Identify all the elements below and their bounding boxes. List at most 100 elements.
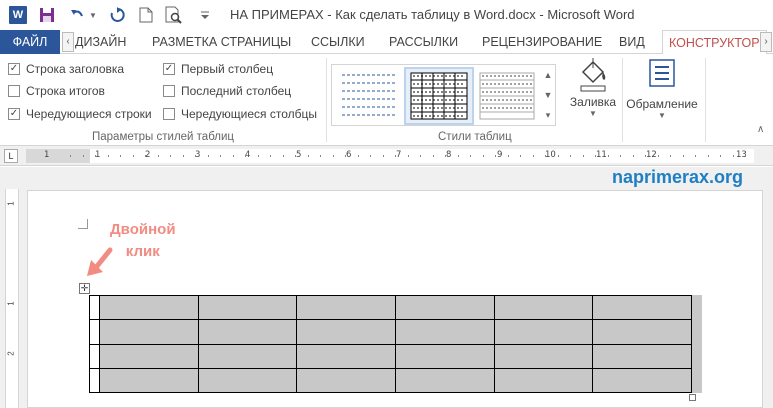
tabs-scroll-left[interactable]: ‹ (62, 32, 74, 52)
header-row-checkbox[interactable]: ✓ (8, 63, 20, 75)
table-resize-handle[interactable] (689, 394, 696, 401)
tabs-scroll-right[interactable]: › (760, 32, 772, 52)
table-cell[interactable] (394, 319, 495, 345)
gallery-scroll-down[interactable]: ▼ (540, 85, 556, 105)
last-column-option[interactable]: Последний столбец (163, 83, 291, 99)
ruler-tick (570, 155, 571, 157)
ruler-tick (670, 155, 671, 157)
ruler-tick (108, 155, 109, 157)
horizontal-ruler[interactable]: L 1 1 2 3 4 5 6 7 8 9 10 11 12 13 (0, 146, 773, 166)
table-cell[interactable] (99, 367, 199, 394)
table-cell[interactable] (296, 367, 396, 394)
table-cell[interactable] (296, 319, 396, 345)
tab-stop-selector[interactable]: L (4, 149, 18, 163)
site-watermark: naprimerax.org (612, 167, 744, 187)
tab-references[interactable]: ССЫЛКИ (311, 30, 365, 54)
table-cell[interactable] (493, 294, 594, 321)
save-button[interactable] (38, 5, 56, 25)
header-row-option[interactable]: ✓ Строка заголовка (8, 61, 124, 77)
first-column-checkbox[interactable]: ✓ (163, 63, 175, 75)
tab-file[interactable]: ФАЙЛ (0, 30, 60, 54)
table-cell[interactable] (493, 343, 594, 369)
table-style-grid-selected[interactable] (404, 67, 474, 125)
table-cell[interactable] (394, 343, 495, 369)
table-cell[interactable] (592, 367, 692, 394)
customize-toolbar-button[interactable] (198, 5, 212, 25)
new-document-button[interactable] (138, 5, 154, 25)
table-cell[interactable] (296, 343, 396, 369)
gallery-expand[interactable]: ▾ (540, 105, 556, 125)
ribbon-body: ✓ Строка заголовка Строка итогов ✓ Черед… (0, 54, 773, 146)
paint-bucket-icon (580, 58, 606, 92)
table-row (89, 367, 692, 394)
table-move-handle[interactable]: ✛ (79, 283, 90, 294)
tab-design[interactable]: ДИЗАЙН (75, 30, 126, 54)
table-style-plain[interactable] (336, 69, 402, 123)
table-cell[interactable] (394, 367, 495, 394)
shading-button[interactable]: Заливка ▼ (568, 58, 618, 118)
word-icon[interactable]: W (8, 5, 28, 25)
borders-button[interactable]: Обрамление ▼ (626, 58, 698, 120)
tab-page-layout[interactable]: РАЗМЕТКА СТРАНИЦЫ (152, 30, 291, 54)
ruler-tick (458, 155, 459, 157)
banded-columns-checkbox[interactable] (163, 108, 175, 120)
table-cell[interactable] (592, 319, 692, 345)
banded-rows-option[interactable]: ✓ Чередующиеся строки (8, 106, 152, 122)
chevron-down-icon: ▼ (89, 10, 97, 20)
total-row-checkbox[interactable] (8, 85, 20, 97)
ruler-tick (208, 155, 209, 157)
undo-icon (71, 10, 83, 17)
table-cell[interactable] (197, 367, 298, 394)
ruler-tick (545, 155, 546, 157)
ruler-mark: 12 (646, 150, 657, 160)
table-cell[interactable] (296, 294, 396, 321)
tab-view[interactable]: ВИД (619, 30, 645, 54)
table-cell[interactable] (197, 294, 298, 321)
table-cell[interactable] (89, 343, 100, 369)
style-options-group-label: Параметры стилей таблиц (92, 131, 234, 143)
table-cell[interactable] (493, 319, 594, 345)
table-cell[interactable] (197, 343, 298, 369)
banded-rows-checkbox[interactable]: ✓ (8, 108, 20, 120)
annotation-line-1: Двойной (110, 221, 176, 238)
ruler-tick (308, 155, 309, 157)
table-cell[interactable] (99, 343, 199, 369)
ruler-tick (120, 155, 121, 157)
table-cell[interactable] (99, 319, 199, 345)
tab-constructor[interactable]: КОНСТРУКТОР (662, 30, 767, 55)
collapse-ribbon-button[interactable]: ∧ (757, 124, 764, 135)
last-column-checkbox[interactable] (163, 85, 175, 97)
total-row-option[interactable]: Строка итогов (8, 83, 105, 99)
table-cell[interactable] (197, 319, 298, 345)
ruler-tick (370, 155, 371, 157)
table-cell[interactable] (89, 319, 100, 345)
table-cell[interactable] (493, 367, 594, 394)
table-cell[interactable] (592, 343, 692, 369)
banded-columns-option[interactable]: Чередующиеся столбцы (163, 106, 317, 122)
table-cell[interactable] (99, 294, 199, 321)
chevron-down-icon: ▼ (589, 109, 597, 118)
undo-dropdown[interactable]: ▼ (88, 5, 98, 25)
chevron-up-icon: ∧ (757, 124, 765, 135)
redo-icon (110, 7, 125, 22)
gallery-scroll-up[interactable]: ▲ (540, 65, 556, 85)
table-cell[interactable] (89, 294, 100, 321)
ruler-mark: 11 (596, 150, 607, 160)
vertical-ruler[interactable]: 1 1 2 (5, 189, 19, 408)
tab-mailings[interactable]: РАССЫЛКИ (389, 30, 458, 54)
banded-rows-label: Чередующиеся строки (26, 107, 152, 121)
table-styles-gallery: ▲ ▼ ▾ (331, 64, 556, 126)
redo-button[interactable] (108, 5, 126, 25)
ruler-tick (245, 155, 246, 157)
table-cell[interactable] (592, 294, 692, 321)
table-row (89, 294, 692, 321)
tab-review[interactable]: РЕЦЕНЗИРОВАНИЕ (482, 30, 602, 54)
first-column-option[interactable]: ✓ Первый столбец (163, 61, 273, 77)
table-cell[interactable] (89, 367, 100, 394)
table-style-light[interactable] (476, 69, 538, 123)
table-cell[interactable] (394, 294, 495, 321)
document-table[interactable] (89, 294, 692, 394)
undo-button[interactable] (68, 5, 86, 25)
print-preview-button[interactable] (164, 5, 184, 25)
chevron-down-icon: ▼ (543, 90, 553, 100)
